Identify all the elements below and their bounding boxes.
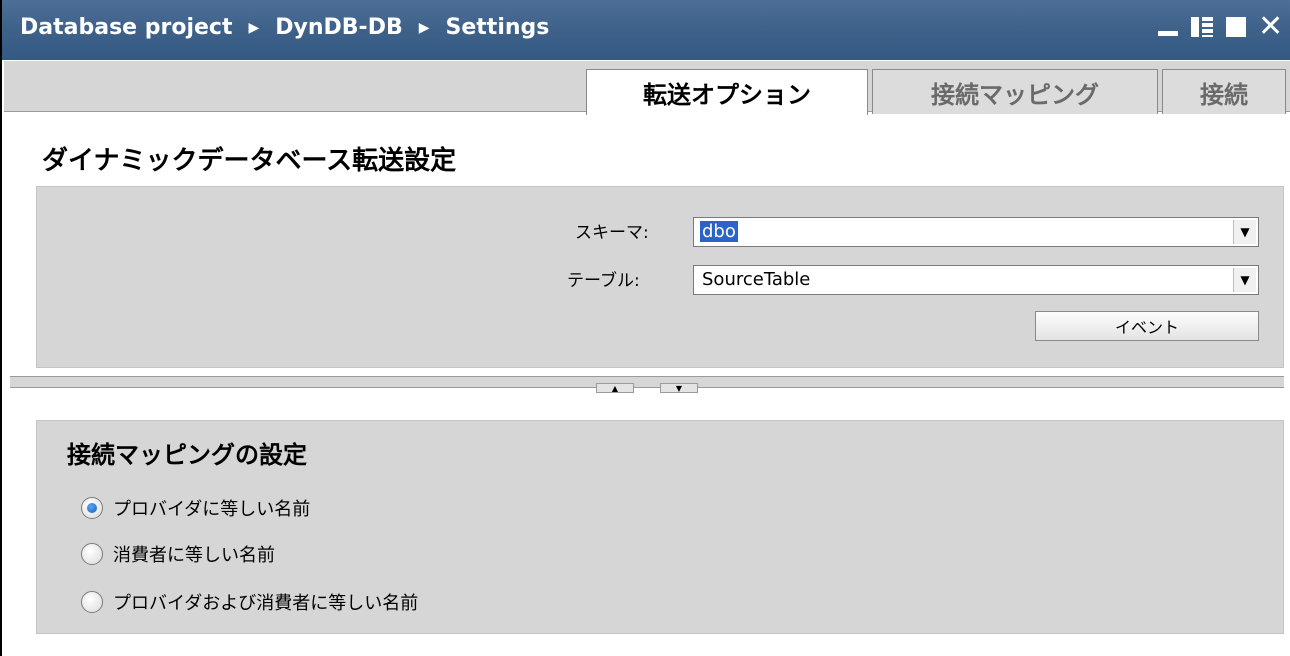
table-label: テーブル: <box>567 271 640 291</box>
radio-button[interactable] <box>81 543 103 565</box>
title-bar: Database project ▶ DynDB-DB ▶ Settings ✕ <box>2 0 1290 60</box>
radio-label: 消費者に等しい名前 <box>113 545 275 566</box>
breadcrumb-separator-icon: ▶ <box>418 19 430 36</box>
breadcrumb-item-project[interactable]: Database project <box>20 15 232 40</box>
transfer-settings-panel: スキーマ: dbo ▼ テーブル: SourceTable ▼ イベント <box>36 186 1284 368</box>
close-icon[interactable]: ✕ <box>1258 12 1283 42</box>
tab-strip: 転送オプション 接続マッピング 接続 <box>4 60 1290 115</box>
radio-option-provider-and-consumer[interactable]: プロバイダおよび消費者に等しい名前 <box>81 589 418 615</box>
table-value: SourceTable <box>702 269 811 290</box>
radio-button-checked[interactable] <box>81 497 103 519</box>
collapse-up-icon[interactable]: ▲ <box>596 383 634 393</box>
float-window-icon[interactable] <box>1190 14 1214 40</box>
radio-option-consumer[interactable]: 消費者に等しい名前 <box>81 541 275 567</box>
window-frame: Database project ▶ DynDB-DB ▶ Settings ✕… <box>0 0 1290 656</box>
radio-option-provider[interactable]: プロバイダに等しい名前 <box>81 495 310 521</box>
mapping-title: 接続マッピングの設定 <box>67 441 307 469</box>
schema-label: スキーマ: <box>575 223 649 243</box>
chevron-down-icon[interactable]: ▼ <box>1233 220 1256 244</box>
breadcrumb-separator-icon: ▶ <box>248 19 260 36</box>
schema-dropdown[interactable]: dbo ▼ <box>693 217 1259 247</box>
collapse-down-icon[interactable]: ▼ <box>660 383 698 393</box>
window-controls: ✕ <box>1156 12 1283 42</box>
tab-transfer-options[interactable]: 転送オプション <box>586 69 868 115</box>
schema-value: dbo <box>700 221 738 242</box>
tab-connection[interactable]: 接続 <box>1162 69 1286 114</box>
table-dropdown[interactable]: SourceTable ▼ <box>693 265 1259 295</box>
mapping-settings-panel: 接続マッピングの設定 プロバイダに等しい名前 消費者に等しい名前 プロバイダおよ… <box>36 420 1284 634</box>
chevron-down-icon[interactable]: ▼ <box>1233 268 1256 292</box>
section-title: ダイナミックデータベース転送設定 <box>42 146 457 176</box>
minimize-icon[interactable] <box>1156 14 1180 40</box>
breadcrumb-item-settings[interactable]: Settings <box>446 15 550 40</box>
event-button[interactable]: イベント <box>1035 311 1259 341</box>
tab-connection-mapping[interactable]: 接続マッピング <box>872 69 1158 114</box>
breadcrumb-item-db[interactable]: DynDB-DB <box>275 15 402 40</box>
radio-label: プロバイダおよび消費者に等しい名前 <box>113 593 419 614</box>
radio-button[interactable] <box>81 591 103 613</box>
radio-label: プロバイダに等しい名前 <box>113 499 311 520</box>
breadcrumb: Database project ▶ DynDB-DB ▶ Settings <box>20 15 549 40</box>
maximize-icon[interactable] <box>1224 14 1248 40</box>
panel-splitter[interactable] <box>10 376 1284 388</box>
